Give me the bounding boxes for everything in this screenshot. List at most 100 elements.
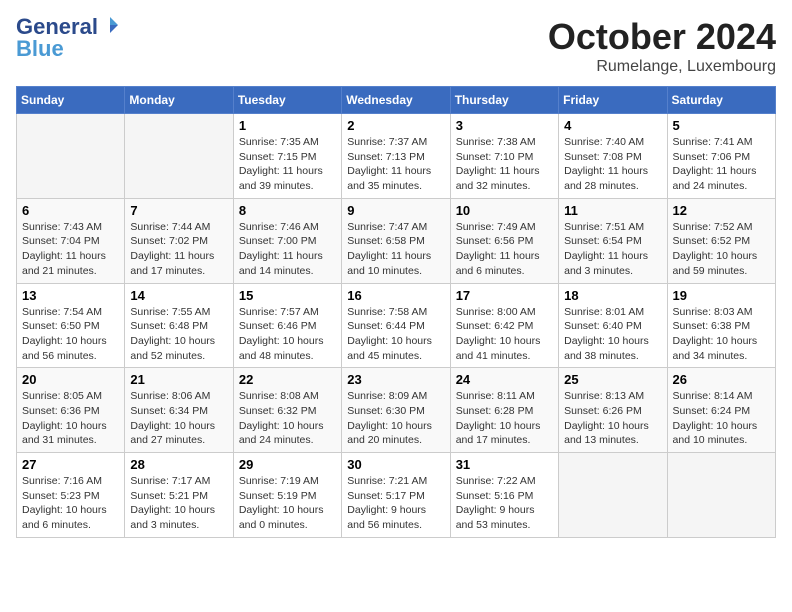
- calendar-cell: 11 Sunrise: 7:51 AMSunset: 6:54 PMDayligh…: [559, 198, 667, 283]
- page-header: General Blue October 2024 Rumelange, Lux…: [16, 16, 776, 76]
- week-row-4: 20 Sunrise: 8:05 AMSunset: 6:36 PMDayligh…: [17, 368, 776, 453]
- day-info: Sunrise: 7:46 AMSunset: 7:00 PMDaylight:…: [239, 220, 336, 279]
- day-info: Sunrise: 7:35 AMSunset: 7:15 PMDaylight:…: [239, 135, 336, 194]
- calendar-cell: 29 Sunrise: 7:19 AMSunset: 5:19 PMDayligh…: [233, 453, 341, 538]
- day-number: 24: [456, 372, 553, 387]
- column-header-monday: Monday: [125, 87, 233, 114]
- calendar-cell: 31Sunrise: 7:22 AMSunset: 5:16 PMDayligh…: [450, 453, 558, 538]
- week-row-2: 6 Sunrise: 7:43 AMSunset: 7:04 PMDaylight…: [17, 198, 776, 283]
- day-number: 5: [673, 118, 770, 133]
- column-header-thursday: Thursday: [450, 87, 558, 114]
- calendar-cell: 10 Sunrise: 7:49 AMSunset: 6:56 PMDayligh…: [450, 198, 558, 283]
- day-number: 25: [564, 372, 661, 387]
- day-info: Sunrise: 7:49 AMSunset: 6:56 PMDaylight:…: [456, 220, 553, 279]
- day-info: Sunrise: 7:16 AMSunset: 5:23 PMDaylight:…: [22, 474, 119, 533]
- day-info: Sunrise: 7:38 AMSunset: 7:10 PMDaylight:…: [456, 135, 553, 194]
- calendar-cell: 27 Sunrise: 7:16 AMSunset: 5:23 PMDayligh…: [17, 453, 125, 538]
- calendar-cell: 23Sunrise: 8:09 AMSunset: 6:30 PMDayligh…: [342, 368, 450, 453]
- day-number: 14: [130, 288, 227, 303]
- calendar-cell: 18Sunrise: 8:01 AMSunset: 6:40 PMDayligh…: [559, 283, 667, 368]
- calendar-cell: 3Sunrise: 7:38 AMSunset: 7:10 PMDaylight…: [450, 114, 558, 199]
- day-info: Sunrise: 7:19 AMSunset: 5:19 PMDaylight:…: [239, 474, 336, 533]
- day-info: Sunrise: 8:11 AMSunset: 6:28 PMDaylight:…: [456, 389, 553, 448]
- day-number: 10: [456, 203, 553, 218]
- calendar-cell: 9Sunrise: 7:47 AMSunset: 6:58 PMDaylight…: [342, 198, 450, 283]
- calendar-cell: 5 Sunrise: 7:41 AMSunset: 7:06 PMDaylight…: [667, 114, 775, 199]
- calendar-cell: 24 Sunrise: 8:11 AMSunset: 6:28 PMDayligh…: [450, 368, 558, 453]
- calendar-cell: [667, 453, 775, 538]
- day-info: Sunrise: 7:40 AMSunset: 7:08 PMDaylight:…: [564, 135, 661, 194]
- calendar-cell: 30 Sunrise: 7:21 AMSunset: 5:17 PMDayligh…: [342, 453, 450, 538]
- title-area: October 2024 Rumelange, Luxembourg: [548, 16, 776, 76]
- calendar-cell: 17 Sunrise: 8:00 AMSunset: 6:42 PMDayligh…: [450, 283, 558, 368]
- day-number: 9: [347, 203, 444, 218]
- day-number: 13: [22, 288, 119, 303]
- logo-icon: [100, 15, 120, 35]
- calendar-cell: 14 Sunrise: 7:55 AMSunset: 6:48 PMDayligh…: [125, 283, 233, 368]
- day-info: Sunrise: 7:44 AMSunset: 7:02 PMDaylight:…: [130, 220, 227, 279]
- day-number: 4: [564, 118, 661, 133]
- day-number: 8: [239, 203, 336, 218]
- logo: General Blue: [16, 16, 120, 60]
- logo-general-text: General: [16, 16, 98, 38]
- week-row-1: 1 Sunrise: 7:35 AMSunset: 7:15 PMDaylight…: [17, 114, 776, 199]
- day-number: 30: [347, 457, 444, 472]
- day-number: 22: [239, 372, 336, 387]
- day-number: 21: [130, 372, 227, 387]
- day-info: Sunrise: 7:17 AMSunset: 5:21 PMDaylight:…: [130, 474, 227, 533]
- day-number: 1: [239, 118, 336, 133]
- day-info: Sunrise: 7:57 AMSunset: 6:46 PMDaylight:…: [239, 305, 336, 364]
- day-number: 18: [564, 288, 661, 303]
- calendar-cell: 2Sunrise: 7:37 AMSunset: 7:13 PMDaylight…: [342, 114, 450, 199]
- day-number: 2: [347, 118, 444, 133]
- day-info: Sunrise: 7:55 AMSunset: 6:48 PMDaylight:…: [130, 305, 227, 364]
- day-info: Sunrise: 8:13 AMSunset: 6:26 PMDaylight:…: [564, 389, 661, 448]
- day-info: Sunrise: 8:00 AMSunset: 6:42 PMDaylight:…: [456, 305, 553, 364]
- column-header-tuesday: Tuesday: [233, 87, 341, 114]
- day-number: 7: [130, 203, 227, 218]
- day-number: 31: [456, 457, 553, 472]
- calendar-cell: [125, 114, 233, 199]
- day-number: 12: [673, 203, 770, 218]
- calendar-cell: 25 Sunrise: 8:13 AMSunset: 6:26 PMDayligh…: [559, 368, 667, 453]
- day-number: 11: [564, 203, 661, 218]
- column-header-row: SundayMondayTuesdayWednesdayThursdayFrid…: [17, 87, 776, 114]
- day-number: 17: [456, 288, 553, 303]
- day-number: 6: [22, 203, 119, 218]
- calendar-cell: 26Sunrise: 8:14 AMSunset: 6:24 PMDayligh…: [667, 368, 775, 453]
- day-info: Sunrise: 7:43 AMSunset: 7:04 PMDaylight:…: [22, 220, 119, 279]
- calendar-cell: 4 Sunrise: 7:40 AMSunset: 7:08 PMDaylight…: [559, 114, 667, 199]
- column-header-saturday: Saturday: [667, 87, 775, 114]
- calendar-cell: 19 Sunrise: 8:03 AMSunset: 6:38 PMDayligh…: [667, 283, 775, 368]
- day-number: 26: [673, 372, 770, 387]
- day-info: Sunrise: 7:54 AMSunset: 6:50 PMDaylight:…: [22, 305, 119, 364]
- day-info: Sunrise: 8:06 AMSunset: 6:34 PMDaylight:…: [130, 389, 227, 448]
- day-info: Sunrise: 7:21 AMSunset: 5:17 PMDaylight:…: [347, 474, 444, 533]
- day-number: 28: [130, 457, 227, 472]
- calendar-cell: 28 Sunrise: 7:17 AMSunset: 5:21 PMDayligh…: [125, 453, 233, 538]
- day-info: Sunrise: 7:41 AMSunset: 7:06 PMDaylight:…: [673, 135, 770, 194]
- calendar-cell: 6 Sunrise: 7:43 AMSunset: 7:04 PMDaylight…: [17, 198, 125, 283]
- calendar-cell: 16Sunrise: 7:58 AMSunset: 6:44 PMDayligh…: [342, 283, 450, 368]
- day-info: Sunrise: 8:03 AMSunset: 6:38 PMDaylight:…: [673, 305, 770, 364]
- day-info: Sunrise: 8:09 AMSunset: 6:30 PMDaylight:…: [347, 389, 444, 448]
- day-number: 19: [673, 288, 770, 303]
- day-number: 27: [22, 457, 119, 472]
- day-number: 15: [239, 288, 336, 303]
- calendar-cell: 20 Sunrise: 8:05 AMSunset: 6:36 PMDayligh…: [17, 368, 125, 453]
- day-info: Sunrise: 8:08 AMSunset: 6:32 PMDaylight:…: [239, 389, 336, 448]
- day-info: Sunrise: 7:52 AMSunset: 6:52 PMDaylight:…: [673, 220, 770, 279]
- day-info: Sunrise: 8:05 AMSunset: 6:36 PMDaylight:…: [22, 389, 119, 448]
- column-header-wednesday: Wednesday: [342, 87, 450, 114]
- calendar-cell: 12 Sunrise: 7:52 AMSunset: 6:52 PMDayligh…: [667, 198, 775, 283]
- column-header-sunday: Sunday: [17, 87, 125, 114]
- day-number: 29: [239, 457, 336, 472]
- calendar-cell: [559, 453, 667, 538]
- calendar-cell: 7 Sunrise: 7:44 AMSunset: 7:02 PMDaylight…: [125, 198, 233, 283]
- week-row-5: 27 Sunrise: 7:16 AMSunset: 5:23 PMDayligh…: [17, 453, 776, 538]
- day-info: Sunrise: 7:51 AMSunset: 6:54 PMDaylight:…: [564, 220, 661, 279]
- location-text: Rumelange, Luxembourg: [548, 58, 776, 76]
- calendar-table: SundayMondayTuesdayWednesdayThursdayFrid…: [16, 86, 776, 538]
- day-number: 16: [347, 288, 444, 303]
- day-number: 20: [22, 372, 119, 387]
